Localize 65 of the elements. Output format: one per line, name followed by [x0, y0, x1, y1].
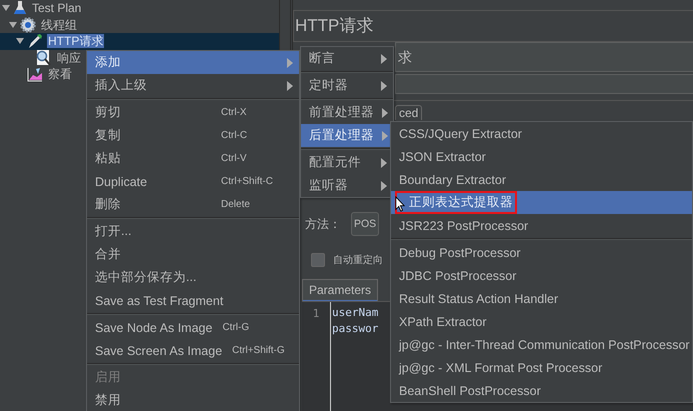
comment-field[interactable] [395, 74, 693, 94]
code-line: passwor [332, 321, 378, 337]
tree-item[interactable]: Test Plan [31, 1, 82, 16]
menu-item[interactable]: 后置处理器 [301, 124, 393, 147]
menu-item[interactable]: 粘贴 Ctrl-V [87, 147, 299, 170]
code-line: userNam [332, 305, 378, 321]
menu-item[interactable]: Duplicate Ctrl+Shift-C [87, 170, 299, 193]
expanded-arrow-icon[interactable] [2, 4, 10, 12]
menu-item[interactable]: 正则表达式提取器 [391, 191, 692, 214]
menu-item[interactable]: 插入上级 [87, 74, 299, 97]
tree-item[interactable]: 线程组 [40, 18, 78, 32]
menu-item[interactable]: 打开... [87, 220, 299, 243]
tree-item[interactable]: 响应 [56, 50, 82, 65]
panel-title: HTTP请求 [293, 10, 693, 42]
mouse-pointer-icon [395, 196, 405, 212]
menu-item[interactable]: Debug PostProcessor [391, 241, 692, 264]
menu-item[interactable]: 监听器 [301, 174, 393, 197]
shortcut-text: Ctrl-X [221, 107, 248, 118]
expanded-arrow-icon[interactable] [16, 37, 24, 46]
menu-item[interactable]: Boundary Extractor [391, 168, 692, 191]
menu-item[interactable]: 断言 [301, 47, 393, 70]
shortcut-text: Ctrl-C [221, 130, 248, 141]
menu-item[interactable]: Save Node As Image Ctrl-G [87, 316, 299, 339]
menu-item[interactable]: BeanShell PostProcessor [391, 379, 692, 402]
menu-item[interactable]: 定时器 [301, 74, 393, 97]
parameters-tab[interactable]: Parameters [302, 279, 378, 302]
tab[interactable]: ced [395, 105, 422, 120]
menu-item[interactable]: 删除 Delete [87, 193, 299, 216]
menu-item[interactable]: jp@gc - Inter-Thread Communication PostProcessor [391, 333, 692, 356]
menu-item[interactable]: JSON Extractor [391, 145, 692, 168]
menu-item[interactable]: jp@gc - XML Format Post Processor [391, 356, 692, 379]
method-dropdown[interactable]: POS [351, 212, 379, 236]
shortcut-text: Ctrl-V [221, 153, 248, 164]
magnifier-icon [34, 48, 52, 67]
menu-item[interactable]: JDBC PostProcessor [391, 264, 692, 287]
gear-icon [20, 16, 36, 33]
menu-item[interactable]: 合并 [87, 243, 299, 266]
tree-item[interactable]: 察看 [47, 67, 73, 82]
menu-item[interactable]: Save Screen As Image Ctrl+Shift-G [87, 339, 299, 362]
chart-icon [27, 66, 43, 82]
name-field[interactable]: 求 [395, 42, 693, 72]
menu-item[interactable]: 复制 Ctrl-C [87, 124, 299, 147]
pen-icon [27, 33, 43, 50]
checkbox-label: 自动重定向 [333, 254, 383, 267]
menu-item[interactable]: 选中部分保存为... [87, 266, 299, 289]
tree-item[interactable]: HTTP请求 [47, 34, 104, 48]
shortcut-text: Ctrl+Shift-C [221, 176, 274, 187]
shortcut-text: Ctrl+Shift-G [232, 345, 286, 356]
line-number: 1 [302, 302, 331, 411]
shortcut-text: Ctrl-G [222, 322, 250, 333]
menu-item[interactable]: Save as Test Fragment [87, 289, 299, 312]
flask-icon [13, 0, 27, 16]
menu-item[interactable]: 配置元件 [301, 151, 393, 174]
menu-item[interactable]: XPath Extractor [391, 310, 692, 333]
menu-item[interactable]: 前置处理器 [301, 101, 393, 124]
shortcut-text: Delete [221, 199, 251, 210]
method-label: 方法： [305, 216, 341, 232]
menu-item[interactable]: JSR223 PostProcessor [391, 214, 692, 237]
menu-item[interactable]: CSS/JQuery Extractor [391, 122, 692, 145]
expanded-arrow-icon[interactable] [9, 20, 17, 29]
checkbox[interactable] [311, 253, 325, 267]
menu-item[interactable]: 添加 [87, 51, 299, 74]
menu-item[interactable]: Result Status Action Handler [391, 287, 692, 310]
menu-item[interactable]: 禁用 [87, 389, 299, 411]
menu-item[interactable]: 剪切 Ctrl-X [87, 101, 299, 124]
